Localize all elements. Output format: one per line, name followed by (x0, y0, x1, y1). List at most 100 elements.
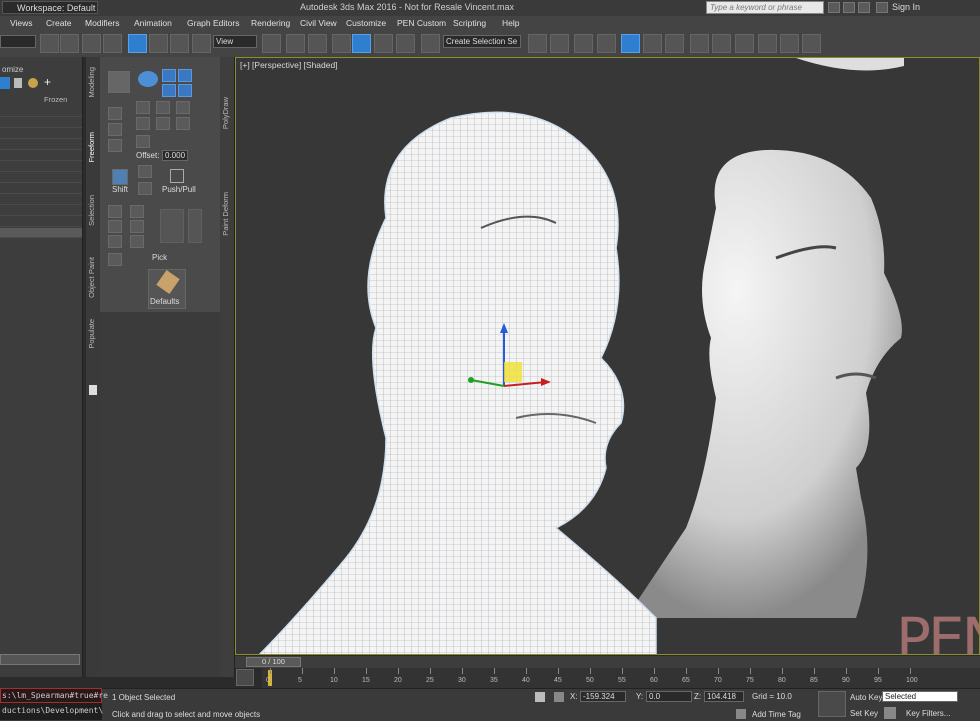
menu-modifiers[interactable]: Modifiers (85, 18, 119, 28)
list-item[interactable] (0, 129, 82, 139)
render-setup-icon[interactable] (690, 34, 709, 53)
select-object-icon[interactable] (40, 34, 59, 53)
select-tool-icon[interactable] (108, 71, 130, 93)
time-tag-icon[interactable] (736, 709, 746, 719)
pick-tool-7-icon[interactable] (108, 253, 122, 266)
filter-icon[interactable] (0, 77, 10, 89)
set-key-button[interactable]: Set Key (850, 709, 878, 718)
select-manipulate-icon[interactable] (286, 34, 305, 53)
relax-icon[interactable] (178, 84, 192, 97)
select-by-name-icon[interactable] (60, 34, 79, 53)
key-filters-button[interactable]: Key Filters... (906, 709, 950, 718)
select-scale-icon[interactable] (170, 34, 189, 53)
tab-selection[interactable]: Selection (87, 195, 99, 226)
list-item[interactable] (0, 206, 82, 216)
sphere-small-icon[interactable] (176, 101, 190, 114)
search-icon[interactable] (828, 2, 840, 13)
list-item[interactable] (0, 151, 82, 161)
maxscript-listener[interactable]: s:\lm_Spearman#true#re ductions\Developm… (0, 688, 108, 720)
grid-icon[interactable] (108, 139, 122, 152)
explorer-scrollbar[interactable] (0, 654, 80, 665)
tab-polydraw[interactable]: PolyDraw (221, 97, 233, 129)
user-icon[interactable] (876, 2, 888, 13)
pick-tool-5-icon[interactable] (108, 235, 122, 248)
z-coordinate-field[interactable]: 104.418 (704, 691, 744, 702)
light-icon[interactable] (28, 78, 38, 88)
menu-civil-view[interactable]: Civil View (300, 18, 337, 28)
curve-editor-icon[interactable] (621, 34, 640, 53)
shift-icon[interactable] (112, 169, 128, 185)
falloff-icon[interactable] (136, 117, 150, 130)
subscription-icon[interactable] (843, 2, 855, 13)
y-coordinate-field[interactable]: 0.0 (646, 691, 692, 702)
selection-lock-icon[interactable] (535, 692, 545, 702)
tab-freeform[interactable]: Freeform (87, 132, 99, 162)
toggle-ribbon-icon[interactable] (597, 34, 616, 53)
strokes-icon[interactable] (108, 107, 122, 120)
edit-named-selection-icon[interactable] (421, 34, 440, 53)
menu-customize[interactable]: Customize (346, 18, 386, 28)
selection-filter-dropdown[interactable] (0, 35, 36, 48)
render-iterative-icon[interactable] (758, 34, 777, 53)
mirror-icon[interactable] (528, 34, 547, 53)
push-pull-icon[interactable] (170, 169, 184, 183)
list-item[interactable] (0, 195, 82, 205)
list-item-selected[interactable] (0, 228, 82, 238)
shift-option-2-icon[interactable] (138, 182, 152, 195)
list-item[interactable] (0, 140, 82, 150)
select-rotate-icon[interactable] (149, 34, 168, 53)
align-icon[interactable] (550, 34, 569, 53)
search-input[interactable]: Type a keyword or phrase (706, 1, 824, 14)
menu-scripting[interactable]: Scripting (453, 18, 486, 28)
spinner-snap-icon[interactable] (396, 34, 415, 53)
key-mode-icon[interactable] (818, 691, 846, 717)
list-item[interactable] (0, 173, 82, 183)
window-crossing-icon[interactable] (103, 34, 122, 53)
offset-field[interactable]: 0.000 (162, 150, 188, 161)
workspace-dropdown[interactable]: Workspace: Default (2, 1, 98, 14)
communication-icon[interactable] (858, 2, 870, 13)
keyboard-shortcut-icon[interactable] (308, 34, 327, 53)
lock-icon[interactable] (14, 78, 22, 88)
shift-brush-icon[interactable] (162, 84, 176, 97)
reference-coord-dropdown[interactable]: View (213, 35, 257, 48)
help-icon[interactable] (176, 117, 190, 130)
menu-graph-editors[interactable]: Graph Editors (187, 18, 239, 28)
menu-animation[interactable]: Animation (134, 18, 172, 28)
mini-curve-editor-icon[interactable] (236, 669, 254, 686)
key-icon[interactable] (884, 707, 896, 719)
snaps-toggle-icon[interactable] (332, 34, 351, 53)
time-slider[interactable]: 0 / 100 (246, 657, 301, 667)
wireframe-head[interactable] (256, 111, 657, 655)
layer-manager-icon[interactable] (574, 34, 593, 53)
conform-options-icon[interactable] (178, 69, 192, 82)
menu-pen-custom[interactable]: PEN Custom (397, 18, 446, 28)
list-item[interactable] (0, 162, 82, 172)
absolute-mode-icon[interactable] (554, 692, 564, 702)
pivot-center-icon[interactable] (262, 34, 281, 53)
list-item[interactable] (0, 107, 82, 117)
menu-rendering[interactable]: Rendering (251, 18, 290, 28)
x-coordinate-field[interactable]: -159.324 (580, 691, 626, 702)
select-place-icon[interactable] (192, 34, 211, 53)
list-item[interactable] (0, 118, 82, 128)
offset-icon[interactable] (136, 135, 150, 148)
pick-tool-3-icon[interactable] (108, 220, 122, 233)
tab-object-paint[interactable]: Object Paint (87, 257, 99, 298)
tab-populate[interactable]: Populate (87, 319, 99, 349)
pick-tool-6-icon[interactable] (130, 235, 144, 248)
time-slider-track[interactable] (235, 656, 980, 668)
perspective-viewport[interactable]: [+] [Perspective] [Shaded] PE (235, 57, 980, 655)
menu-create[interactable]: Create (46, 18, 72, 28)
select-move-icon[interactable] (128, 34, 147, 53)
sphere-alt-icon[interactable] (156, 101, 170, 114)
tab-modeling[interactable]: Modeling (87, 67, 99, 97)
list-item[interactable] (0, 184, 82, 194)
pick-tool-1-icon[interactable] (108, 205, 122, 218)
activeshade-icon[interactable] (780, 34, 799, 53)
tab-paint-deform[interactable]: Paint Deform (221, 192, 233, 236)
mirror-brush-icon[interactable] (108, 123, 122, 136)
selection-region-icon[interactable] (82, 34, 101, 53)
pick-tool-4-icon[interactable] (130, 220, 144, 233)
percent-snap-icon[interactable] (374, 34, 393, 53)
